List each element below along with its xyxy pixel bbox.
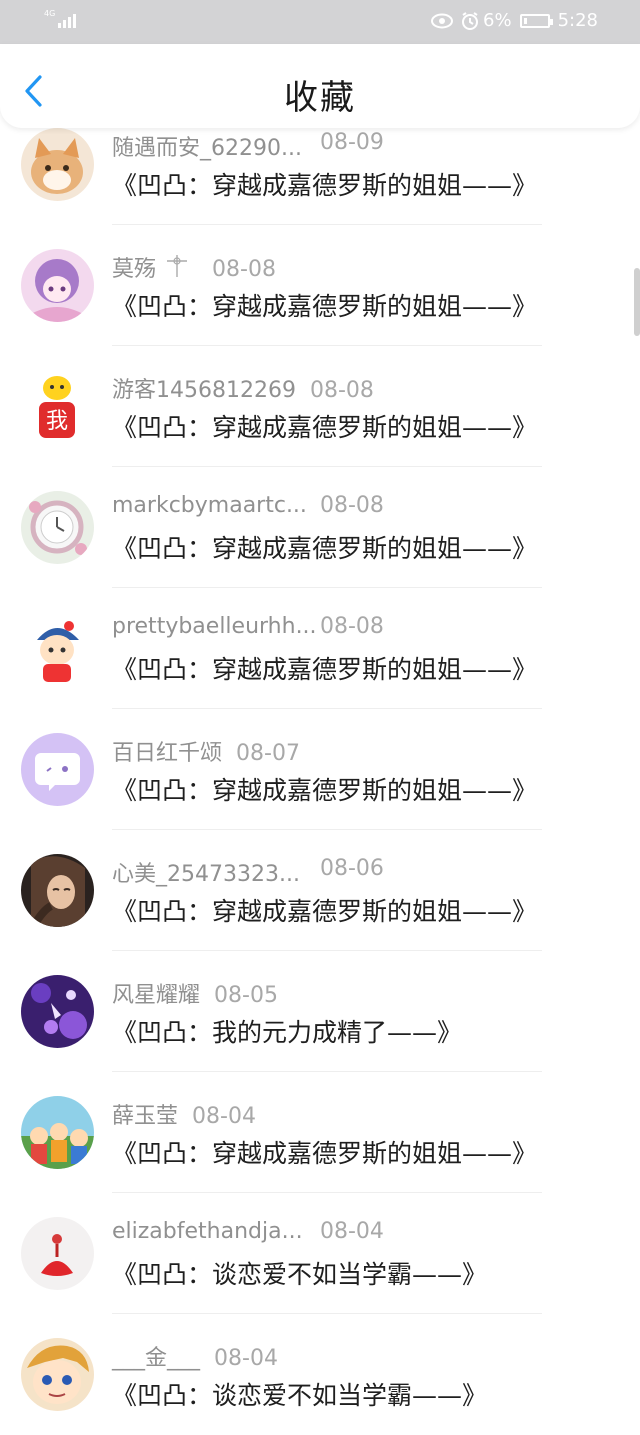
user-name[interactable]: 薛玉莹 bbox=[112, 1098, 178, 1130]
list-item[interactable]: markcbymaartc... 08-08 《凹凸：穿越成嘉德罗斯的姐姐——》 bbox=[0, 467, 640, 588]
battery-percent: 6% bbox=[483, 10, 512, 31]
item-title[interactable]: 《凹凸：我的元力成精了——》 bbox=[112, 1013, 462, 1049]
list-item[interactable]: prettybaelleurhh... 08-08 《凹凸：穿越成嘉德罗斯的姐姐—… bbox=[0, 588, 640, 709]
item-date: 08-05 bbox=[214, 983, 278, 1008]
item-title[interactable]: 《凹凸：谈恋爱不如当学霸——》 bbox=[112, 1376, 487, 1412]
avatar[interactable] bbox=[21, 733, 94, 806]
avatar[interactable] bbox=[21, 612, 94, 685]
item-title[interactable]: 《凹凸：穿越成嘉德罗斯的姐姐——》 bbox=[112, 1134, 537, 1170]
status-bar: 4G 6% 5:28 bbox=[0, 0, 640, 44]
item-date: 08-06 bbox=[320, 856, 384, 881]
item-title[interactable]: 《凹凸：谈恋爱不如当学霸——》 bbox=[112, 1255, 487, 1291]
avatar[interactable] bbox=[21, 491, 94, 564]
item-meta: 心美_25473323... 08-06 bbox=[112, 856, 384, 888]
item-meta: 游客1456812269 08-08 bbox=[112, 372, 374, 404]
avatar[interactable] bbox=[21, 128, 94, 201]
item-date: 08-04 bbox=[192, 1104, 256, 1129]
item-title[interactable]: 《凹凸：穿越成嘉德罗斯的姐姐——》 bbox=[112, 771, 537, 807]
list-item[interactable]: 风星耀耀 08-05 《凹凸：我的元力成精了——》 bbox=[0, 951, 640, 1072]
item-date: 08-04 bbox=[320, 1219, 384, 1244]
avatar[interactable]: 我 bbox=[21, 370, 94, 443]
alarm-clock-icon bbox=[462, 11, 479, 30]
user-name[interactable]: 游客1456812269 bbox=[112, 372, 296, 404]
avatar[interactable] bbox=[21, 1096, 94, 1169]
user-name[interactable]: 百日红千颂 bbox=[112, 735, 222, 767]
user-name[interactable]: 莫殇 bbox=[112, 251, 156, 283]
item-date: 08-08 bbox=[320, 614, 384, 639]
avatar[interactable] bbox=[21, 975, 94, 1048]
item-meta: 莫殇 08-08 bbox=[112, 251, 276, 283]
list-item[interactable]: ___金___ 08-04 《凹凸：谈恋爱不如当学霸——》 bbox=[0, 1314, 640, 1435]
user-name[interactable]: markcbymaartc... bbox=[112, 493, 307, 518]
item-meta: prettybaelleurhh... 08-08 bbox=[112, 614, 384, 639]
item-title[interactable]: 《凹凸：穿越成嘉德罗斯的姐姐——》 bbox=[112, 529, 537, 565]
user-name[interactable]: 随遇而安_62290... bbox=[112, 130, 302, 162]
item-date: 08-04 bbox=[214, 1346, 278, 1371]
item-title[interactable]: 《凹凸：穿越成嘉德罗斯的姐姐——》 bbox=[112, 287, 537, 323]
item-date: 08-09 bbox=[320, 130, 384, 155]
user-name[interactable]: 风星耀耀 bbox=[112, 977, 200, 1009]
item-meta: 风星耀耀 08-05 bbox=[112, 977, 278, 1009]
item-title[interactable]: 《凹凸：穿越成嘉德罗斯的姐姐——》 bbox=[112, 650, 537, 686]
item-meta: 百日红千颂 08-07 bbox=[112, 735, 300, 767]
favorites-list: 随遇而安_62290... 08-09 《凹凸：穿越成嘉德罗斯的姐姐——》 莫殇 … bbox=[0, 104, 640, 1435]
nav-header: 收藏 bbox=[0, 44, 640, 128]
user-name[interactable]: prettybaelleurhh... bbox=[112, 614, 317, 639]
item-title[interactable]: 《凹凸：穿越成嘉德罗斯的姐姐——》 bbox=[112, 166, 537, 202]
list-item[interactable]: 我 游客1456812269 08-08 《凹凸：穿越成嘉德罗斯的姐姐——》 bbox=[0, 346, 640, 467]
list-item[interactable]: 百日红千颂 08-07 《凹凸：穿越成嘉德罗斯的姐姐——》 bbox=[0, 709, 640, 830]
item-meta: 薛玉莹 08-04 bbox=[112, 1098, 256, 1130]
item-title[interactable]: 《凹凸：穿越成嘉德罗斯的姐姐——》 bbox=[112, 408, 537, 444]
clock-time: 5:28 bbox=[557, 10, 598, 31]
cross-ornament-icon bbox=[167, 255, 188, 277]
avatar[interactable] bbox=[21, 854, 94, 927]
list-item[interactable]: elizabfethandja... 08-04 《凹凸：谈恋爱不如当学霸——》 bbox=[0, 1193, 640, 1314]
list-item[interactable]: 莫殇 08-08 《凹凸：穿越成嘉德罗斯的姐姐——》 bbox=[0, 225, 640, 346]
item-meta: markcbymaartc... 08-08 bbox=[112, 493, 384, 518]
user-name[interactable]: elizabfethandja... bbox=[112, 1219, 303, 1244]
signal-icon bbox=[58, 10, 76, 28]
avatar[interactable] bbox=[21, 1217, 94, 1290]
item-meta: 随遇而安_62290... 08-09 bbox=[112, 130, 384, 162]
item-date: 08-08 bbox=[320, 493, 384, 518]
status-left: 4G bbox=[44, 10, 76, 28]
avatar[interactable] bbox=[21, 249, 94, 322]
page-title: 收藏 bbox=[284, 78, 356, 118]
item-date: 08-08 bbox=[212, 257, 276, 282]
scrollbar-thumb[interactable] bbox=[634, 268, 640, 336]
user-name[interactable]: 心美_25473323... bbox=[112, 856, 300, 888]
user-name[interactable]: ___金___ bbox=[112, 1340, 200, 1372]
item-date: 08-08 bbox=[309, 378, 374, 403]
list-item[interactable]: 薛玉莹 08-04 《凹凸：穿越成嘉德罗斯的姐姐——》 bbox=[0, 1072, 640, 1193]
item-meta: elizabfethandja... 08-04 bbox=[112, 1219, 384, 1244]
eye-icon bbox=[431, 13, 454, 28]
battery-icon bbox=[519, 13, 553, 28]
item-title[interactable]: 《凹凸：穿越成嘉德罗斯的姐姐——》 bbox=[112, 892, 537, 928]
svg-text:我: 我 bbox=[46, 409, 68, 434]
status-right: 6% 5:28 bbox=[431, 10, 598, 31]
network-type: 4G bbox=[44, 9, 56, 18]
item-date: 08-07 bbox=[236, 741, 300, 766]
avatar[interactable] bbox=[21, 1338, 94, 1411]
item-meta: ___金___ 08-04 bbox=[112, 1340, 278, 1372]
list-item[interactable]: 心美_25473323... 08-06 《凹凸：穿越成嘉德罗斯的姐姐——》 bbox=[0, 830, 640, 951]
